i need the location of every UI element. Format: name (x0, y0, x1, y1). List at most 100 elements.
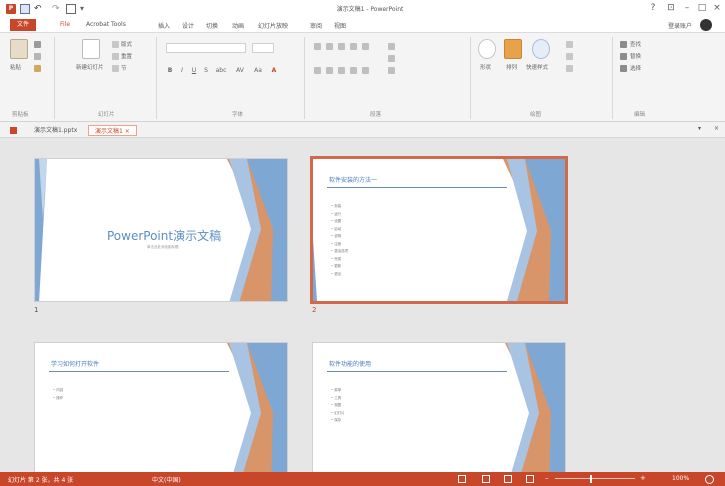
find-icon[interactable] (620, 41, 627, 48)
font-color-button[interactable]: A (270, 67, 278, 75)
save-icon[interactable] (20, 4, 30, 14)
tab-menu-icon[interactable]: ▾ (698, 125, 701, 132)
slide-thumbnail-3[interactable]: 学习如何打开软件 内容 操作 (34, 342, 288, 472)
ribbon-display-options-button[interactable]: ⊡ (664, 2, 678, 15)
document-tab-1[interactable]: 演示文稿1.pptx (28, 125, 83, 136)
zoom-slider[interactable] (555, 478, 635, 479)
replace-label[interactable]: 替换 (630, 52, 641, 61)
text-direction-icon[interactable] (388, 43, 395, 50)
new-slide-icon[interactable] (82, 39, 100, 59)
tab-file[interactable]: File (60, 21, 70, 28)
file-tab[interactable]: 文件 (10, 19, 36, 31)
arrange-label[interactable]: 排列 (506, 63, 517, 72)
decrease-indent-icon[interactable] (338, 43, 345, 50)
minimize-button[interactable]: – (680, 2, 694, 15)
line-spacing-icon[interactable] (362, 43, 369, 50)
document-tabs-bar: 演示文稿1.pptx 演示文稿1 × ▾ × (0, 122, 725, 138)
tab-review[interactable]: 审阅 (310, 21, 322, 30)
tab-close-icon[interactable]: × (714, 125, 719, 132)
quick-styles-label[interactable]: 快速样式 (526, 63, 548, 72)
document-icon (10, 127, 17, 134)
zoom-level[interactable]: 100% (672, 475, 689, 482)
layout-icon[interactable] (112, 41, 119, 48)
italic-button[interactable]: I (178, 67, 186, 75)
avatar[interactable] (700, 19, 712, 31)
zoom-in-button[interactable]: + (640, 474, 646, 482)
paste-label[interactable]: 粘贴 (10, 63, 21, 72)
find-label[interactable]: 查找 (630, 40, 641, 49)
maximize-button[interactable]: □ (695, 2, 709, 15)
tab-design[interactable]: 设计 (182, 21, 194, 30)
align-center-icon[interactable] (326, 67, 333, 74)
quick-styles-icon[interactable] (532, 39, 550, 59)
section-icon[interactable] (112, 65, 119, 72)
bold-button[interactable]: B (166, 67, 174, 75)
change-case-button[interactable]: Aa (252, 67, 264, 75)
bullet-list: 菜单 工具 视图 幻灯片 保存 (331, 387, 345, 425)
select-label[interactable]: 选择 (630, 64, 641, 73)
shape-fill-icon[interactable] (566, 41, 573, 48)
shape-effects-icon[interactable] (566, 65, 573, 72)
cut-icon[interactable] (34, 41, 41, 48)
new-slide-label[interactable]: 新建幻灯片 (76, 63, 104, 72)
customize-quick-access-icon[interactable]: ▾ (80, 4, 90, 14)
align-text-icon[interactable] (388, 55, 395, 62)
language-status[interactable]: 中文(中国) (152, 475, 181, 484)
document-tab-2[interactable]: 演示文稿1 × (88, 125, 137, 136)
slide-thumbnail-4[interactable]: 软件功能的使用 菜单 工具 视图 幻灯片 保存 (312, 342, 566, 472)
replace-icon[interactable] (620, 53, 627, 60)
tab-acrobat-tools[interactable]: Acrobat Tools (86, 21, 126, 28)
shapes-icon[interactable] (478, 39, 496, 59)
reset-icon[interactable] (112, 53, 119, 60)
font-name-dropdown[interactable] (166, 43, 246, 53)
help-button[interactable]: ? (646, 2, 660, 15)
reading-view-icon[interactable] (504, 475, 512, 483)
align-left-icon[interactable] (314, 67, 321, 74)
start-from-beginning-icon[interactable] (66, 4, 76, 14)
reset-label[interactable]: 重置 (121, 52, 132, 61)
format-painter-icon[interactable] (34, 65, 41, 72)
convert-smartart-icon[interactable] (388, 67, 395, 74)
list-item: 工具 (331, 395, 345, 403)
zoom-slider-thumb[interactable] (590, 475, 592, 483)
shapes-label[interactable]: 形状 (480, 63, 491, 72)
bullets-icon[interactable] (314, 43, 321, 50)
tab-animations[interactable]: 动画 (232, 21, 244, 30)
justify-icon[interactable] (350, 67, 357, 74)
slide-subtitle: 单击此处添加副标题 (147, 245, 179, 249)
zoom-out-button[interactable]: – (545, 474, 549, 482)
close-button[interactable]: × (710, 2, 724, 15)
character-spacing-button[interactable]: AV (234, 67, 246, 75)
tab-view[interactable]: 视图 (334, 21, 346, 30)
normal-view-icon[interactable] (458, 475, 466, 483)
section-label[interactable]: 节 (121, 64, 127, 73)
arrange-icon[interactable] (504, 39, 522, 59)
copy-icon[interactable] (34, 53, 41, 60)
slide-thumbnail-2[interactable]: 软件安装的方法一 安装 运行 设置 启动 说明 注册 激活选项 完成 更新 退出 (310, 156, 568, 304)
signin-link[interactable]: 登录账户 (668, 21, 692, 30)
tab-insert[interactable]: 插入 (158, 21, 170, 30)
group-separator (612, 37, 613, 119)
slideshow-view-icon[interactable] (526, 475, 534, 483)
slide-heading: 学习如何打开软件 (51, 361, 100, 368)
underline-button[interactable]: U (190, 67, 198, 75)
redo-icon[interactable]: ↷ (52, 4, 62, 14)
slide-number-2: 2 (312, 306, 317, 314)
tab-slideshow[interactable]: 幻灯片放映 (258, 21, 288, 30)
shadow-button[interactable]: S (202, 67, 210, 75)
font-size-dropdown[interactable] (252, 43, 274, 53)
shape-outline-icon[interactable] (566, 53, 573, 60)
fit-slide-icon[interactable] (705, 475, 714, 484)
numbering-icon[interactable] (326, 43, 333, 50)
layout-label[interactable]: 版式 (121, 40, 132, 49)
columns-icon[interactable] (362, 67, 369, 74)
paste-icon[interactable] (10, 39, 28, 59)
strikethrough-button[interactable]: abc (214, 67, 228, 75)
slide-thumbnail-1[interactable]: PowerPoint演示文稿 单击此处添加副标题 (34, 158, 288, 302)
slide-sorter-view-icon[interactable] (482, 475, 490, 483)
tab-transitions[interactable]: 切换 (206, 21, 218, 30)
select-icon[interactable] (620, 65, 627, 72)
increase-indent-icon[interactable] (350, 43, 357, 50)
undo-icon[interactable]: ↶ (34, 4, 44, 14)
align-right-icon[interactable] (338, 67, 345, 74)
